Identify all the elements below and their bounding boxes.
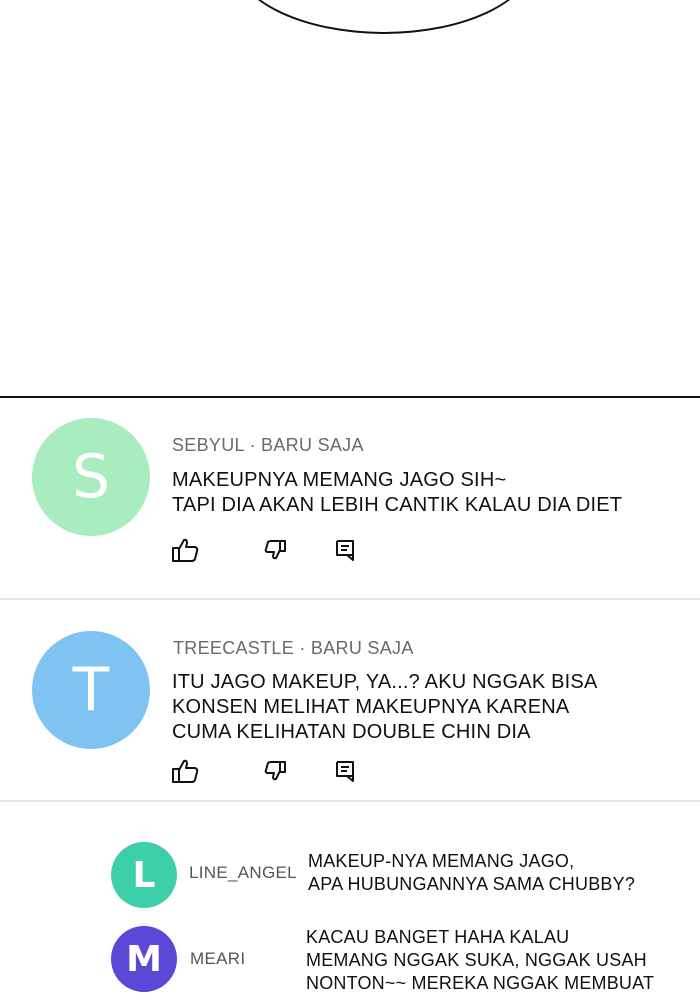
comment-actions bbox=[170, 756, 360, 786]
comment-meta: TREECASTLE · BARU SAJA bbox=[173, 638, 414, 658]
reply-author: LINE_ANGEL bbox=[189, 863, 297, 882]
reply-author: MEARI bbox=[190, 949, 246, 968]
comment-text: ITU JAGO MAKEUP, YA...? AKU NGGAK BISA K… bbox=[172, 671, 598, 743]
comment-actions bbox=[170, 535, 360, 565]
comment-text: MAKEUPNYA MEMANG JAGO SIH~ TAPI DIA AKAN… bbox=[172, 469, 623, 516]
avatar[interactable]: S bbox=[32, 418, 150, 536]
speech-bubble bbox=[232, 0, 536, 34]
avatar[interactable]: L bbox=[111, 842, 177, 908]
comment-divider bbox=[0, 800, 700, 802]
thumbs-down-icon[interactable] bbox=[260, 535, 290, 565]
avatar[interactable]: T bbox=[32, 631, 150, 749]
thumbs-up-icon[interactable] bbox=[170, 756, 200, 786]
avatar-initial: S bbox=[71, 442, 111, 512]
thumbs-down-icon[interactable] bbox=[260, 756, 290, 786]
panel-border bbox=[0, 396, 700, 398]
avatar-initial: T bbox=[72, 655, 110, 725]
reply-icon[interactable] bbox=[330, 756, 360, 786]
avatar-initial: M bbox=[126, 938, 162, 980]
comment-meta: SEBYUL · BARU SAJA bbox=[172, 435, 364, 455]
avatar-initial: L bbox=[132, 854, 156, 896]
comment-divider bbox=[0, 598, 700, 600]
reply-icon[interactable] bbox=[330, 535, 360, 565]
avatar[interactable]: M bbox=[111, 926, 177, 992]
reply-text: KACAU BANGET HAHA KALAU MEMANG NGGAK SUK… bbox=[306, 927, 655, 993]
comic-page: S SEBYUL · BARU SAJA MAKEUPNYA MEMANG JA… bbox=[0, 0, 700, 1000]
reply-text: MAKEUP-NYA MEMANG JAGO, APA HUBUNGANNYA … bbox=[308, 851, 636, 894]
thumbs-up-icon[interactable] bbox=[170, 535, 200, 565]
